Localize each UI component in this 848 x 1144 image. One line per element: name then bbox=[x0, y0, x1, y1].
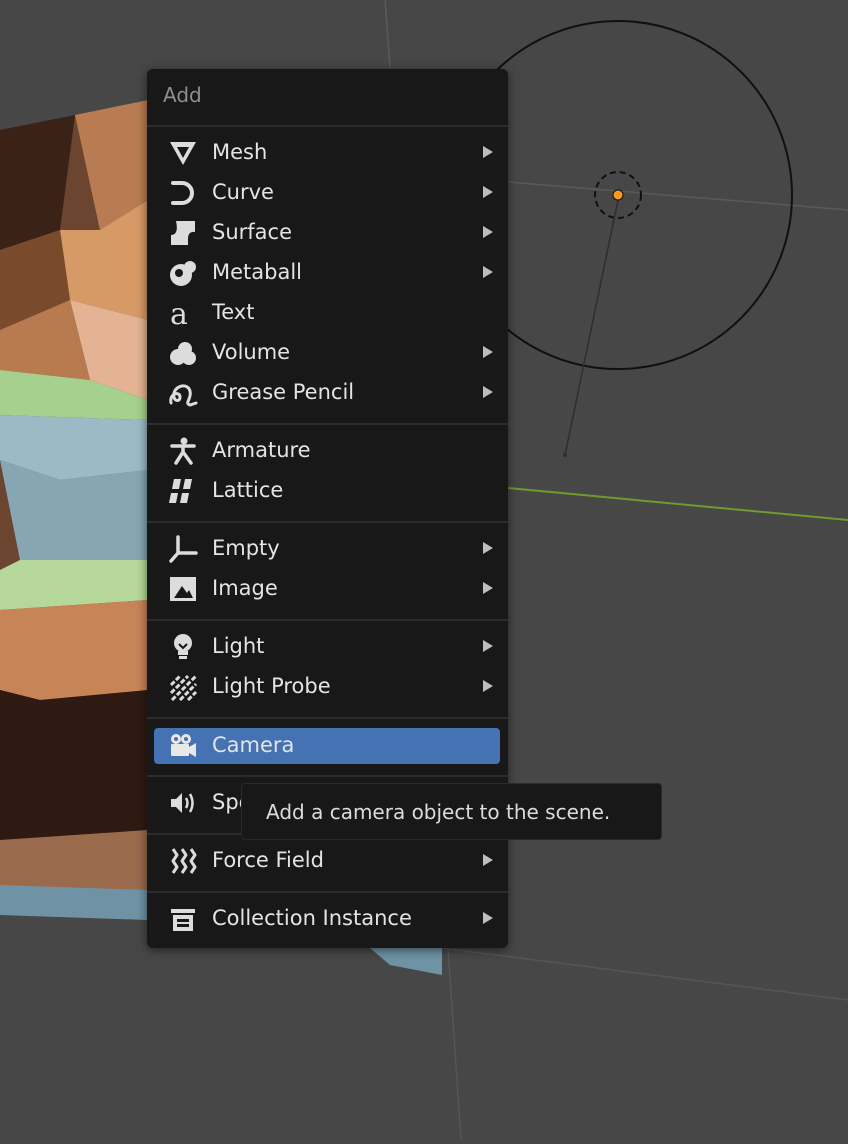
selected-origin-dot bbox=[612, 189, 624, 201]
menu-item-empty[interactable]: Empty bbox=[154, 531, 500, 567]
menu-item-lattice[interactable]: Lattice bbox=[154, 473, 500, 509]
submenu-arrow-icon bbox=[480, 342, 496, 362]
menu-separator bbox=[147, 125, 508, 127]
menu-item-label: Armature bbox=[212, 438, 311, 462]
menu-item-label: Image bbox=[212, 576, 278, 600]
curve-icon bbox=[168, 179, 198, 207]
menu-item-label: Collection Instance bbox=[212, 906, 412, 930]
volume-icon bbox=[168, 339, 198, 367]
submenu-arrow-icon bbox=[480, 636, 496, 656]
menu-item-label: Light Probe bbox=[212, 674, 331, 698]
menu-item-label: Mesh bbox=[212, 140, 268, 164]
menu-item-light[interactable]: Light bbox=[154, 629, 500, 665]
submenu-arrow-icon bbox=[480, 538, 496, 558]
submenu-arrow-icon bbox=[480, 142, 496, 162]
submenu-arrow-icon bbox=[480, 578, 496, 598]
submenu-arrow-icon bbox=[480, 222, 496, 242]
menu-item-collection-instance[interactable]: Collection Instance bbox=[154, 901, 500, 937]
menu-item-grease-pencil[interactable]: Grease Pencil bbox=[154, 375, 500, 411]
submenu-arrow-icon bbox=[480, 850, 496, 870]
menu-item-label: Empty bbox=[212, 536, 280, 560]
mesh-icon bbox=[168, 139, 198, 167]
empty-icon bbox=[168, 535, 198, 563]
menu-item-force-field[interactable]: Force Field bbox=[154, 843, 500, 879]
menu-item-curve[interactable]: Curve bbox=[154, 175, 500, 211]
menu-item-surface[interactable]: Surface bbox=[154, 215, 500, 251]
menu-item-armature[interactable]: Armature bbox=[154, 433, 500, 469]
surface-icon bbox=[168, 219, 198, 247]
menu-item-label: Lattice bbox=[212, 478, 284, 502]
menu-separator bbox=[147, 423, 508, 425]
submenu-arrow-icon bbox=[480, 676, 496, 696]
collection-instance-icon bbox=[168, 905, 198, 933]
menu-item-camera[interactable]: Camera bbox=[154, 728, 500, 764]
grease-pencil-icon bbox=[168, 379, 198, 407]
menu-item-label: Camera bbox=[212, 733, 295, 757]
grid-line bbox=[441, 947, 848, 1001]
text-icon: a bbox=[168, 299, 198, 327]
menu-item-label: Force Field bbox=[212, 848, 324, 872]
grid-line bbox=[507, 181, 848, 211]
menu-separator bbox=[147, 619, 508, 621]
lattice-icon bbox=[168, 477, 198, 505]
menu-item-text[interactable]: a Text bbox=[154, 295, 500, 331]
light-icon bbox=[168, 633, 198, 661]
tooltip-text: Add a camera object to the scene. bbox=[266, 800, 611, 824]
menu-item-label: Light bbox=[212, 634, 265, 658]
submenu-arrow-icon bbox=[480, 182, 496, 202]
light-probe-icon bbox=[168, 673, 198, 701]
menu-item-mesh[interactable]: Mesh bbox=[154, 135, 500, 171]
speaker-icon bbox=[168, 789, 198, 817]
menu-item-volume[interactable]: Volume bbox=[154, 335, 500, 371]
menu-separator bbox=[147, 775, 508, 777]
grid-line bbox=[447, 947, 462, 1141]
submenu-arrow-icon bbox=[480, 908, 496, 928]
menu-item-label: Surface bbox=[212, 220, 293, 244]
grid-line bbox=[384, 0, 391, 69]
menu-separator bbox=[147, 891, 508, 893]
menu-item-label: Text bbox=[212, 300, 255, 324]
y-axis-line bbox=[507, 487, 848, 521]
tooltip: Add a camera object to the scene. bbox=[241, 783, 662, 840]
menu-separator bbox=[147, 521, 508, 523]
force-field-icon bbox=[168, 847, 198, 875]
image-icon bbox=[168, 575, 198, 603]
metaball-icon bbox=[168, 259, 198, 287]
svg-text:a: a bbox=[170, 299, 188, 327]
menu-item-light-probe[interactable]: Light Probe bbox=[154, 669, 500, 705]
menu-item-metaball[interactable]: Metaball bbox=[154, 255, 500, 291]
menu-title: Add bbox=[163, 83, 202, 107]
menu-item-label: Grease Pencil bbox=[212, 380, 355, 404]
armature-icon bbox=[168, 437, 198, 465]
menu-item-label: Metaball bbox=[212, 260, 303, 284]
menu-separator bbox=[147, 717, 508, 719]
menu-item-label: Volume bbox=[212, 340, 291, 364]
submenu-arrow-icon bbox=[480, 382, 496, 402]
submenu-arrow-icon bbox=[480, 262, 496, 282]
menu-item-label: Curve bbox=[212, 180, 274, 204]
camera-icon bbox=[168, 732, 198, 760]
menu-item-image[interactable]: Image bbox=[154, 571, 500, 607]
